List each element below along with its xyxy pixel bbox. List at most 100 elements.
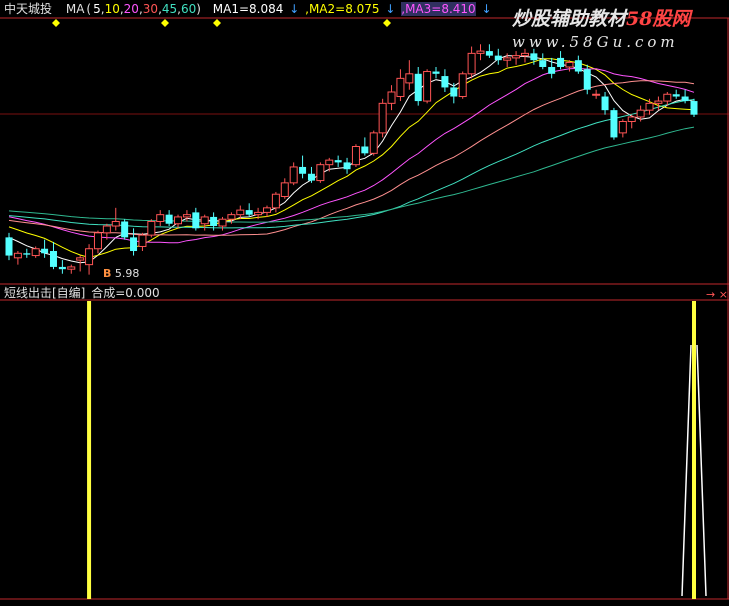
candle-body	[654, 100, 663, 104]
candle-body	[351, 146, 360, 166]
indicator-value: 合成=0.000	[91, 286, 160, 300]
ma30-line	[8, 80, 695, 236]
ma10-line	[8, 58, 695, 259]
event-diamond-icon	[383, 19, 391, 27]
ma1-value: MA1=8.084	[212, 2, 284, 16]
candle-body	[23, 253, 31, 255]
candle-body	[369, 132, 378, 154]
candle-body	[102, 225, 111, 234]
candle-body	[67, 266, 76, 270]
candle-body	[343, 162, 351, 170]
ma-period-10: 10	[104, 2, 120, 16]
candle-body	[182, 214, 191, 218]
candle-body	[627, 116, 636, 123]
candle-body	[334, 160, 342, 163]
candle-body	[325, 159, 334, 166]
candle-body	[618, 121, 627, 134]
candle-body	[41, 248, 49, 254]
candle-body	[227, 214, 236, 220]
candle-body	[378, 102, 387, 134]
candle-body	[601, 96, 609, 111]
candle-body	[458, 73, 467, 98]
candle-body	[681, 96, 689, 102]
candle-body	[85, 248, 94, 266]
candle-body	[405, 73, 414, 84]
ma-period-30: 30	[142, 2, 159, 16]
candle-body	[530, 53, 538, 61]
candle-body	[503, 57, 512, 61]
candle-body	[111, 220, 120, 227]
low-marker: B 5.98	[103, 268, 139, 280]
ma-period-60: 60	[181, 2, 197, 16]
candle-body	[210, 216, 218, 227]
ma-period-20: 20	[123, 2, 139, 16]
ma3-arrow-icon: ↓	[481, 2, 492, 16]
candle-body	[262, 207, 271, 213]
watermark-url: www.58Gu.com	[512, 33, 679, 51]
indicator-arrows[interactable]: → ×	[706, 288, 728, 301]
candle-body	[361, 146, 369, 154]
candlestick-chart[interactable]	[0, 0, 729, 606]
signal-bar	[87, 301, 92, 599]
candle-body	[645, 102, 654, 111]
ma1-arrow-icon: ↓	[289, 2, 300, 16]
candle-body	[93, 232, 102, 250]
ma3-value: ,MA3=8.410	[401, 2, 476, 16]
candle-body	[130, 237, 138, 252]
ma2-value: ,MA2=8.075	[305, 2, 380, 16]
candle-body	[200, 216, 209, 225]
candle-body	[165, 214, 173, 224]
low-marker-letter: B	[103, 267, 112, 280]
candle-body	[539, 60, 547, 67]
event-diamond-icon	[213, 19, 221, 27]
candle-body	[636, 109, 645, 118]
ma-header: 中天城投 MA(5,10,20,30,45,60) MA1=8.084 ↓ ,M…	[4, 2, 492, 16]
ma-period-5: 5	[93, 2, 101, 16]
candle-body	[147, 220, 156, 236]
candle-body	[476, 50, 485, 54]
candle-body	[245, 210, 253, 215]
watermark-brand-highlight: 58股网	[626, 8, 691, 30]
candle-body	[512, 55, 521, 59]
candle-body	[583, 69, 591, 90]
candle-body	[441, 76, 449, 88]
candle-body	[396, 77, 405, 98]
candle-body	[192, 212, 200, 229]
candle-body	[307, 173, 315, 181]
ma-label: MA	[65, 2, 85, 16]
event-diamond-icon	[52, 19, 60, 27]
candle-body	[663, 93, 672, 102]
candle-body	[548, 66, 556, 74]
stock-name: 中天城投	[4, 2, 53, 16]
candle-body	[316, 164, 325, 182]
candle-body	[387, 91, 396, 104]
candle-body	[218, 218, 227, 227]
candle-body	[432, 71, 440, 74]
ma2-arrow-icon: ↓	[385, 2, 396, 16]
candle-body	[138, 234, 147, 247]
candle-body	[520, 52, 529, 57]
candle-body	[49, 251, 57, 267]
signal-bar	[692, 301, 696, 599]
candle-body	[254, 211, 263, 216]
candle-body	[557, 57, 565, 67]
candle-body	[690, 101, 698, 115]
candle-body	[494, 55, 502, 61]
candle-body	[299, 166, 307, 174]
indicator-label: 短线出击[自编] 合成=0.000	[4, 286, 160, 300]
candle-body	[289, 166, 298, 184]
indicator-name: 短线出击[自编]	[4, 286, 86, 300]
candle-body	[31, 248, 40, 257]
chart-stage: 中天城投 MA(5,10,20,30,45,60) MA1=8.084 ↓ ,M…	[0, 0, 729, 606]
candle-body	[565, 61, 574, 68]
ma-period-45: 45	[161, 2, 178, 16]
candle-body	[156, 214, 165, 222]
candle-body	[5, 237, 13, 256]
candle-body	[271, 193, 280, 209]
ma5-line	[8, 55, 695, 264]
candle-body	[450, 87, 458, 97]
candle-body	[13, 252, 22, 259]
event-diamond-icon	[161, 19, 169, 27]
candle-body	[485, 51, 493, 56]
candle-body	[174, 216, 183, 225]
